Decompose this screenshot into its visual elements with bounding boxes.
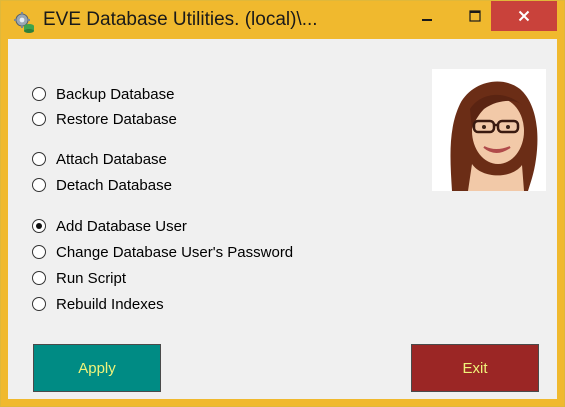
radio-button[interactable] — [32, 297, 46, 311]
option-rebuild-indexes[interactable]: Rebuild Indexes — [32, 294, 164, 314]
window-title: EVE Database Utilities. (local)\... — [43, 9, 318, 30]
apply-button[interactable]: Apply — [33, 344, 161, 392]
option-label: Add Database User — [56, 217, 187, 235]
option-restore-database[interactable]: Restore Database — [32, 109, 177, 129]
radio-button[interactable] — [32, 178, 46, 192]
option-run-script[interactable]: Run Script — [32, 268, 126, 288]
option-attach-database[interactable]: Attach Database — [32, 149, 167, 169]
option-label: Rebuild Indexes — [56, 295, 164, 313]
option-change-password[interactable]: Change Database User's Password — [32, 242, 293, 262]
close-button[interactable] — [491, 1, 557, 31]
option-label: Detach Database — [56, 176, 172, 194]
option-label: Change Database User's Password — [56, 243, 294, 261]
radio-button[interactable] — [32, 271, 46, 285]
app-window: EVE Database Utilities. (local)\... Back… — [0, 0, 565, 407]
exit-button[interactable]: Exit — [411, 344, 539, 392]
radio-button[interactable] — [32, 152, 46, 166]
close-icon — [518, 10, 530, 22]
radio-button[interactable] — [32, 112, 46, 126]
maximize-icon — [469, 10, 481, 22]
user-avatar-photo — [432, 69, 546, 191]
option-add-database-user[interactable]: Add Database User — [32, 216, 187, 236]
client-area: Backup Database Restore Database Attach … — [8, 39, 557, 399]
minimize-button[interactable] — [405, 1, 449, 31]
option-label: Attach Database — [56, 150, 167, 168]
option-detach-database[interactable]: Detach Database — [32, 175, 172, 195]
gear-database-icon — [14, 12, 34, 33]
title-bar[interactable]: EVE Database Utilities. (local)\... — [1, 1, 564, 39]
option-label: Backup Database — [56, 85, 175, 103]
minimize-icon — [422, 19, 432, 21]
option-backup-database[interactable]: Backup Database — [32, 84, 174, 104]
radio-button[interactable] — [32, 245, 46, 259]
option-label: Restore Database — [56, 110, 177, 128]
radio-button[interactable] — [32, 219, 46, 233]
radio-button[interactable] — [32, 87, 46, 101]
option-label: Run Script — [56, 269, 127, 287]
